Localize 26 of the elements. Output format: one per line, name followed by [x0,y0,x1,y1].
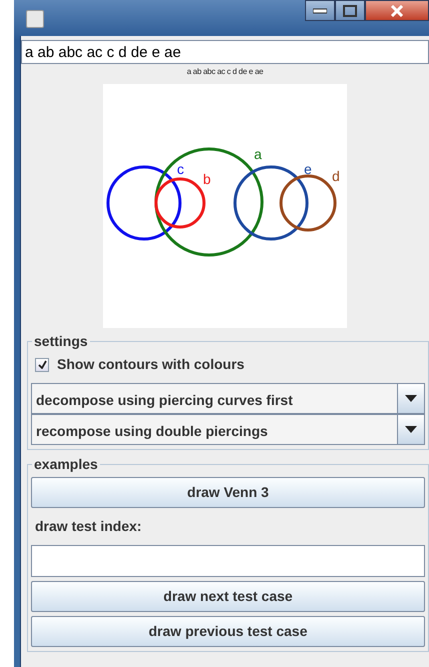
caret-icon [405,426,417,433]
checkbox-label: Show contours with colours [57,355,244,374]
test-case-button[interactable]: draw next test case [31,581,425,612]
curve-label: d [332,168,340,184]
close-button[interactable] [365,0,429,21]
maximize-icon [343,4,357,16]
curve-label: e [304,161,312,177]
index-field[interactable] [31,545,425,577]
curve-label: c [177,161,184,177]
close-icon [390,4,404,16]
venn-button[interactable]: draw Venn 3 [31,477,425,508]
maximize-button[interactable] [335,0,365,21]
curve-label: a [254,146,262,162]
dropdown[interactable]: recompose using double piercings [31,414,425,445]
test-case-button[interactable]: draw previous test case [31,616,425,647]
field-label: draw test index: [35,517,143,536]
check-icon [38,360,46,369]
checkbox[interactable] [35,358,49,372]
minimize-button[interactable] [305,0,335,21]
diagram-caption: a ab abc ac c d de e ae [186,66,264,78]
input-field[interactable]: a ab abc ac c d de e ae [21,40,429,64]
java-icon [26,10,44,28]
caret-icon [405,395,417,402]
dropdown[interactable]: decompose using piercing curves first [31,383,425,414]
minimize-icon [313,8,327,14]
curve-label: b [203,171,211,187]
